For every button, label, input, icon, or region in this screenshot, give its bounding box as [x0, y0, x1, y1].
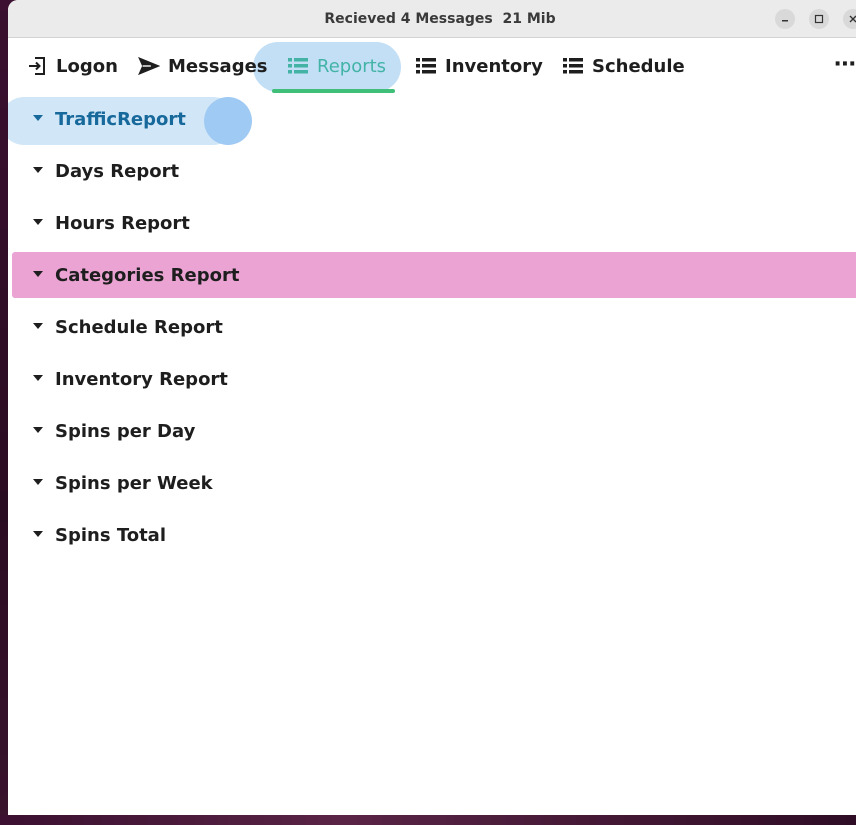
- report-item-spins-per-week[interactable]: Spins per Week: [12, 460, 856, 506]
- caret-down-icon[interactable]: [32, 218, 44, 226]
- window-title: Recieved 4 Messages 21 Mib: [324, 11, 556, 27]
- active-tab-indicator: [272, 89, 395, 93]
- caret-down-icon[interactable]: [32, 426, 44, 434]
- report-item-label: Spins Total: [55, 524, 166, 546]
- send-icon: [138, 55, 160, 77]
- tab-messages-label: Messages: [168, 55, 268, 77]
- report-item-label: TrafficReport: [55, 108, 186, 130]
- caret-down-icon[interactable]: [32, 478, 44, 486]
- caret-down-icon[interactable]: [32, 374, 44, 382]
- caret-down-icon[interactable]: [32, 114, 44, 122]
- minimize-button[interactable]: [775, 9, 795, 29]
- list-icon: [415, 55, 437, 77]
- title-bar[interactable]: Recieved 4 Messages 21 Mib: [8, 0, 856, 38]
- caret-down-icon[interactable]: [32, 530, 44, 538]
- caret-down-icon[interactable]: [32, 270, 44, 278]
- tab-schedule[interactable]: Schedule: [562, 38, 685, 94]
- report-item-label: Days Report: [55, 160, 180, 182]
- report-item-spins-total[interactable]: Spins Total: [12, 512, 856, 558]
- report-item-inventory[interactable]: Inventory Report: [12, 356, 856, 402]
- minimize-icon: [782, 20, 788, 22]
- report-item-label: Schedule Report: [55, 316, 223, 338]
- maximize-button[interactable]: [809, 9, 829, 29]
- desktop-background: [0, 815, 856, 825]
- report-item-traffic[interactable]: TrafficReport: [8, 96, 856, 145]
- main-toolbar: Logon Messages Reports Inventory Schedul…: [8, 38, 856, 94]
- tab-logon-label: Logon: [56, 55, 118, 77]
- app-window: Recieved 4 Messages 21 Mib Logon Message…: [8, 0, 856, 815]
- close-icon: [849, 15, 856, 23]
- report-item-label: Inventory Report: [55, 368, 228, 390]
- tab-messages[interactable]: Messages: [138, 38, 268, 94]
- report-item-days[interactable]: Days Report: [12, 148, 856, 194]
- report-item-label: Spins per Day: [55, 420, 196, 442]
- tab-inventory-label: Inventory: [445, 55, 543, 77]
- report-item-spins-per-day[interactable]: Spins per Day: [12, 408, 856, 454]
- tab-schedule-label: Schedule: [592, 55, 685, 77]
- logon-icon: [26, 55, 48, 77]
- list-icon: [287, 55, 309, 77]
- report-item-hours[interactable]: Hours Report: [12, 200, 856, 246]
- list-icon: [562, 55, 584, 77]
- tab-reports-label: Reports: [317, 55, 387, 77]
- report-item-categories[interactable]: Categories Report: [12, 252, 856, 298]
- report-item-label: Categories Report: [55, 264, 240, 286]
- tab-logon[interactable]: Logon: [26, 38, 118, 94]
- tab-reports[interactable]: Reports: [287, 38, 386, 94]
- report-item-label: Spins per Week: [55, 472, 213, 494]
- caret-down-icon[interactable]: [32, 166, 44, 174]
- report-item-schedule[interactable]: Schedule Report: [12, 304, 856, 350]
- tab-inventory[interactable]: Inventory: [415, 38, 543, 94]
- more-options-button[interactable]: ⋯: [830, 48, 856, 84]
- close-button[interactable]: [843, 9, 856, 29]
- report-item-label: Hours Report: [55, 212, 190, 234]
- caret-down-icon[interactable]: [32, 322, 44, 330]
- focus-ripple: [204, 97, 252, 145]
- maximize-icon: [814, 14, 824, 24]
